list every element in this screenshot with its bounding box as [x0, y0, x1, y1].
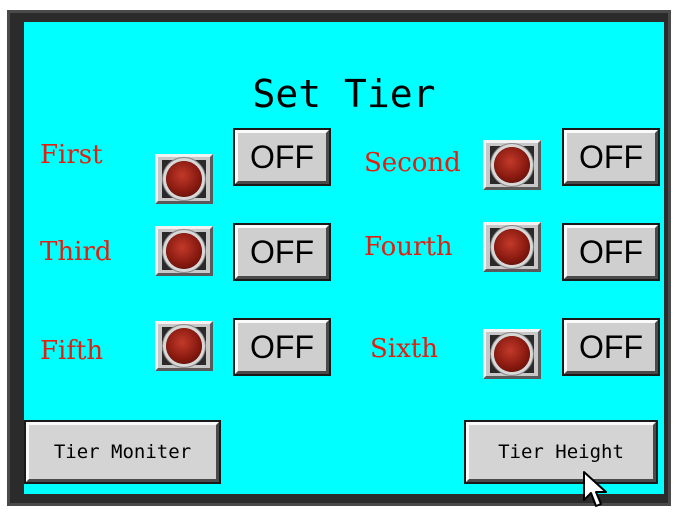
mouse-pointer-icon	[583, 471, 607, 507]
page-title: Set Tier	[252, 72, 436, 116]
red-indicator-lamp-icon	[494, 229, 530, 265]
tier-indicator-fourth	[483, 222, 541, 272]
tier-toggle-sixth[interactable]: OFF	[562, 318, 660, 376]
tier-indicator-third	[155, 226, 213, 276]
red-indicator-lamp-icon	[166, 161, 202, 197]
tier-indicator-second	[483, 140, 541, 190]
tier-indicator-sixth	[483, 329, 541, 379]
tier-label-first: First	[40, 140, 103, 170]
tier-label-third: Third	[40, 237, 112, 267]
red-indicator-lamp-icon	[494, 336, 530, 372]
red-indicator-lamp-icon	[166, 233, 202, 269]
tier-indicator-first	[155, 154, 213, 204]
tier-toggle-fourth[interactable]: OFF	[562, 223, 660, 281]
tier-toggle-second[interactable]: OFF	[562, 128, 660, 186]
red-indicator-lamp-icon	[494, 147, 530, 183]
tier-label-sixth: Sixth	[370, 334, 438, 364]
tier-height-button[interactable]: Tier Height	[464, 420, 658, 484]
tier-label-fifth: Fifth	[40, 336, 104, 366]
tier-indicator-fifth	[155, 321, 213, 371]
tier-label-second: Second	[364, 148, 461, 178]
tier-label-fourth: Fourth	[364, 232, 453, 262]
tier-toggle-fifth[interactable]: OFF	[233, 318, 331, 376]
tier-monitor-button[interactable]: Tier Moniter	[24, 420, 221, 484]
tier-toggle-third[interactable]: OFF	[233, 223, 331, 281]
red-indicator-lamp-icon	[166, 328, 202, 364]
tier-toggle-first[interactable]: OFF	[233, 128, 331, 186]
hmi-screen: Set Tier First OFF Second OFF Third OFF …	[24, 22, 664, 494]
